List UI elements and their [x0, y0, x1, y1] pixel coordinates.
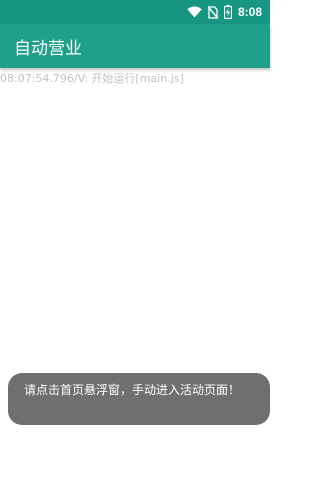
toast-message: 请点击首页悬浮窗，手动进入活动页面！: [8, 373, 270, 425]
wifi-icon: [187, 6, 202, 18]
app-title: 自动营业: [14, 38, 82, 59]
app-bar: 自动营业: [0, 24, 270, 68]
log-area: 08:07:54.796/V: 开始运行[main.js]: [0, 68, 270, 87]
status-bar: 8:08: [0, 0, 270, 24]
no-sim-icon: [207, 5, 218, 19]
status-time: 8:08: [237, 5, 262, 19]
battery-charging-icon: [223, 5, 232, 19]
log-line: 08:07:54.796/V: 开始运行[main.js]: [0, 72, 184, 85]
